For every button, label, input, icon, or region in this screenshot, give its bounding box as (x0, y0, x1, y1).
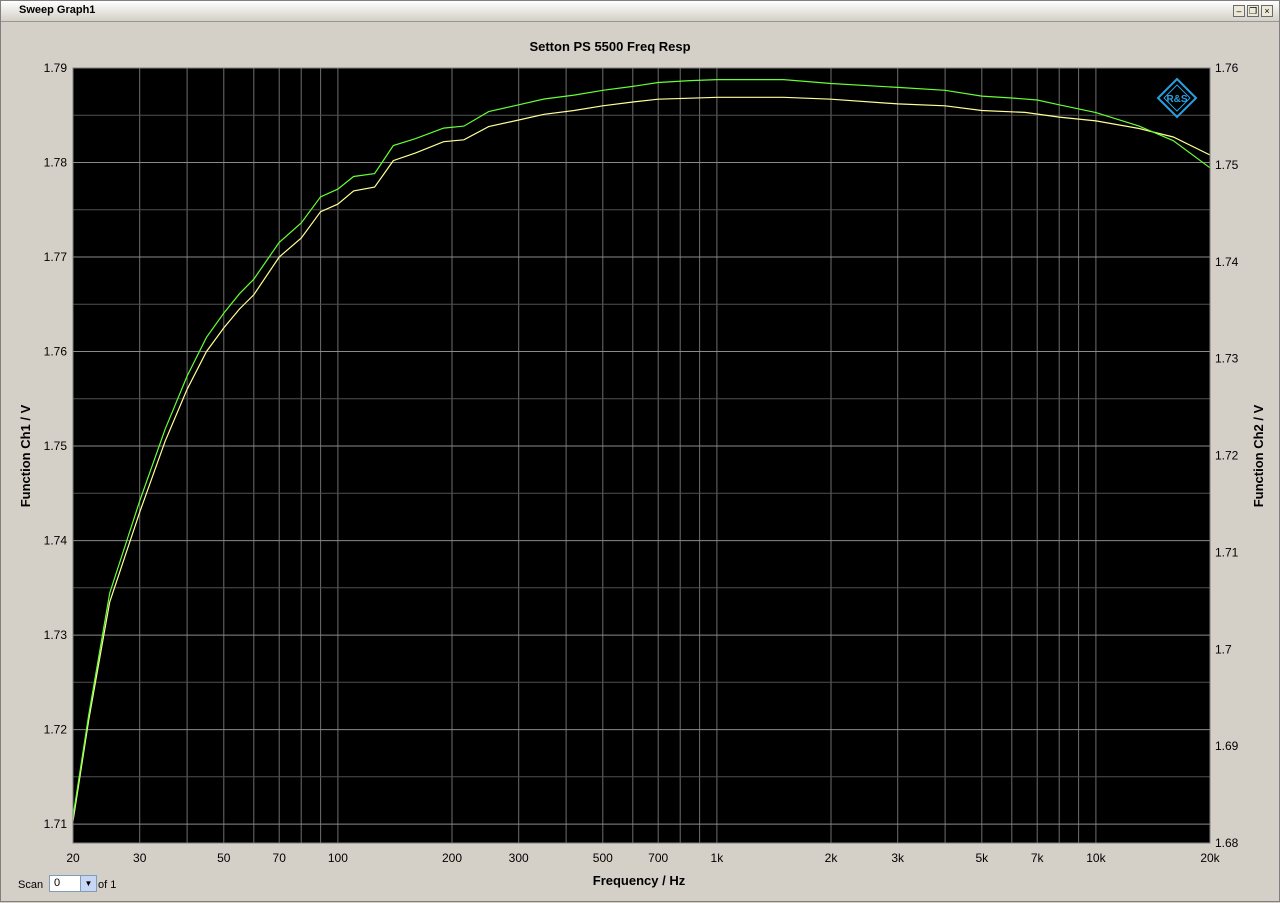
plot-area[interactable] (73, 68, 1210, 843)
scan-value: 0 (54, 877, 61, 889)
y-left-tick-label: 1.79 (44, 61, 68, 75)
x-tick-label: 200 (442, 851, 462, 865)
x-tick-label: 30 (133, 851, 147, 865)
x-tick-label: 20k (1200, 851, 1220, 865)
scan-of-label: of 1 (98, 879, 117, 891)
sweep-chart: Setton PS 5500 Freq Resp 20 30 50 70 100 200 3… (18, 39, 1266, 888)
y-right-tick-label: 1.73 (1215, 352, 1239, 366)
x-tick-label: 700 (648, 851, 668, 865)
y-left-tick-label: 1.76 (44, 345, 68, 359)
y-left-tick-label: 1.78 (44, 156, 68, 170)
x-axis-label: Frequency / Hz (593, 873, 686, 888)
y-left-tick-label: 1.74 (44, 534, 68, 548)
y-right-tick-label: 1.74 (1215, 255, 1239, 269)
scan-label: Scan (18, 879, 44, 891)
y-right-tick-labels: 1.68 1.69 1.7 1.71 1.72 1.73 1.74 1.75 1.76 (1215, 61, 1239, 850)
x-tick-label: 7k (1031, 851, 1045, 865)
logo-text: R&S (1166, 94, 1187, 105)
y-right-tick-label: 1.68 (1215, 836, 1239, 850)
y-right-tick-label: 1.7 (1215, 642, 1232, 656)
y-left-tick-labels: 1.71 1.72 1.73 1.74 1.75 1.76 1.77 1.78 1.79 (44, 61, 68, 831)
y-right-tick-label: 1.69 (1215, 739, 1239, 753)
chart-title: Setton PS 5500 Freq Resp (529, 39, 690, 54)
scan-select[interactable]: 0 ▼ (49, 875, 97, 892)
sweep-graph-window: Sweep Graph1 – ❐ × Setton PS 5500 Freq R… (0, 0, 1280, 902)
x-tick-label: 300 (509, 851, 529, 865)
x-tick-labels: 20 30 50 70 100 200 300 500 700 1k 2k 3k 5k 7k 10k 20k (66, 851, 1220, 865)
y-left-tick-label: 1.77 (44, 250, 68, 264)
x-tick-label: 2k (825, 851, 839, 865)
y-right-axis-label: Function Ch2 / V (1251, 404, 1266, 507)
x-tick-label: 20 (66, 851, 80, 865)
y-left-tick-label: 1.75 (44, 439, 68, 453)
x-tick-label: 500 (593, 851, 613, 865)
x-tick-label: 100 (328, 851, 348, 865)
y-left-tick-label: 1.71 (44, 817, 68, 831)
y-right-tick-label: 1.76 (1215, 61, 1239, 75)
chevron-down-icon[interactable]: ▼ (80, 876, 96, 891)
y-right-tick-label: 1.72 (1215, 449, 1239, 463)
y-left-tick-label: 1.73 (44, 628, 68, 642)
y-left-tick-label: 1.72 (44, 723, 68, 737)
y-left-axis-label: Function Ch1 / V (18, 404, 33, 507)
x-tick-label: 70 (273, 851, 287, 865)
y-right-tick-label: 1.75 (1215, 158, 1239, 172)
y-right-tick-label: 1.71 (1215, 545, 1239, 559)
x-tick-label: 5k (975, 851, 989, 865)
x-tick-label: 10k (1086, 851, 1106, 865)
x-tick-label: 1k (711, 851, 725, 865)
x-tick-label: 3k (891, 851, 905, 865)
x-tick-label: 50 (217, 851, 231, 865)
